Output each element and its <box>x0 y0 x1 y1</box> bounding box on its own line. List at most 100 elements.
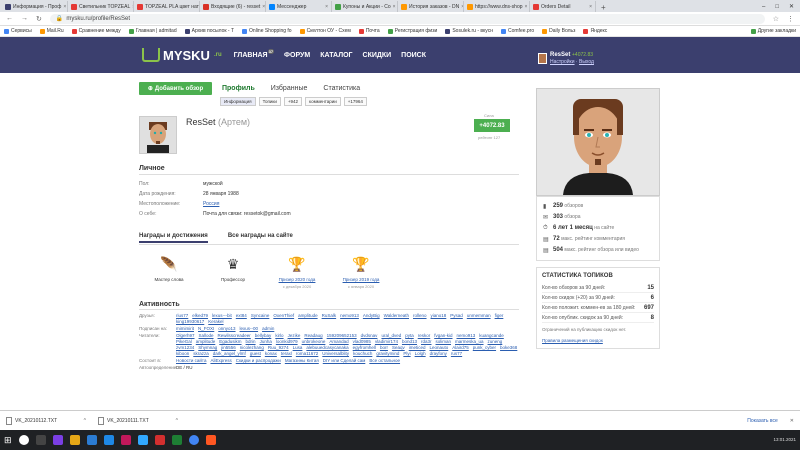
activity-link[interactable]: Syncaine <box>251 313 270 318</box>
browser-tab[interactable]: История заказов - DN × <box>398 1 464 12</box>
activity-link[interactable]: soliman <box>436 339 452 344</box>
activity-link[interactable]: amplitude <box>196 339 216 344</box>
activity-link[interactable]: fvgan-kid <box>434 333 452 338</box>
activity-link[interactable]: nemo913 <box>340 313 359 318</box>
activity-link[interactable]: Магазины Китая <box>285 358 319 363</box>
activity-link[interactable]: punk_cyber <box>473 345 496 350</box>
browser-tab[interactable]: TOPZEAL PLA цвет нат× <box>134 1 200 12</box>
browser-tab[interactable]: https://www.dns-shop × <box>464 1 530 12</box>
download-item[interactable]: VK_20210112.TXT ^ <box>6 416 86 425</box>
award-item[interactable]: 🏆 Призер 2020 года с декабря 2020 <box>267 253 327 290</box>
activity-link[interactable]: unbrokeone <box>302 339 326 344</box>
activity-link[interactable]: admin <box>262 326 274 331</box>
activity-link[interactable]: Walderneath <box>384 313 409 318</box>
activity-link[interactable]: bond13 <box>402 339 417 344</box>
activity-link[interactable]: Shymnag <box>198 345 217 350</box>
chevron-up-icon[interactable]: ^ <box>84 418 86 424</box>
activity-link[interactable]: Plyi <box>403 351 410 356</box>
activity-link[interactable]: OxenThief <box>273 313 294 318</box>
close-icon[interactable]: ✕ <box>789 3 794 10</box>
activity-link[interactable]: mimimirit <box>176 326 194 331</box>
activity-link[interactable]: elked79 <box>192 313 208 318</box>
forward-icon[interactable]: → <box>21 15 28 22</box>
activity-link[interactable]: Egadusikm <box>219 339 241 344</box>
nav-item[interactable]: ФОРУМ <box>284 52 310 59</box>
close-icon[interactable]: × <box>325 4 328 10</box>
app-icon[interactable] <box>120 435 131 445</box>
nav-item[interactable]: СКИДКИ <box>363 52 392 59</box>
activity-link[interactable]: Seaqv <box>392 345 405 350</box>
activity-link[interactable]: king19930617 <box>176 319 204 324</box>
activity-link[interactable]: amplitude <box>298 313 318 318</box>
browser-tab[interactable]: Информация - Проф × <box>2 1 68 12</box>
app-icon[interactable] <box>171 435 182 445</box>
activity-link[interactable]: loonkid979 <box>276 339 298 344</box>
activity-link[interactable]: boke368 <box>500 345 517 350</box>
activity-link[interactable]: dark_angel_ylmf <box>213 351 246 356</box>
activity-link[interactable]: Скидки и распродажи <box>236 358 281 363</box>
app-icon[interactable] <box>154 435 165 445</box>
activity-link[interactable]: kouchuch <box>353 351 372 356</box>
mail-icon[interactable] <box>86 435 97 445</box>
activity-link[interactable]: rolleno <box>413 313 427 318</box>
activity-link[interactable]: Pysad <box>450 313 463 318</box>
back-icon[interactable]: ← <box>6 15 13 22</box>
bookmark-item[interactable]: Daily Вольз <box>542 28 575 34</box>
reload-icon[interactable]: ↻ <box>36 15 42 23</box>
subtab-topics[interactable]: Топики <box>258 97 281 106</box>
subtab-comments[interactable]: комментарии <box>305 97 341 106</box>
activity-link[interactable]: rus77 <box>451 351 462 356</box>
activity-link[interactable]: vladimir174 <box>375 339 398 344</box>
download-item[interactable]: VK_20210111.TXT ^ <box>98 416 178 425</box>
activity-link[interactable]: dvdsnav <box>361 333 378 338</box>
settings-link[interactable]: Настройки <box>550 59 575 65</box>
activity-link[interactable]: egyfromhell <box>353 345 376 350</box>
activity-link[interactable]: kuangcande <box>479 333 504 338</box>
activity-link[interactable]: drayfony <box>430 351 447 356</box>
browser-tab[interactable]: Мессенджер × <box>266 1 332 12</box>
activity-link[interactable]: jin5556 <box>221 345 236 350</box>
bookmark-item[interactable]: Mail.Ru <box>39 28 64 34</box>
activity-link[interactable]: figer <box>495 313 504 318</box>
activity-link[interactable]: lexus--00 <box>240 326 259 331</box>
activity-link[interactable]: borr <box>380 345 388 350</box>
show-all-downloads[interactable]: Показать все <box>747 418 778 424</box>
activity-link[interactable]: PikeGal <box>176 339 192 344</box>
activity-link[interactable]: Olgerh97 <box>176 333 195 338</box>
activity-link[interactable]: Leonauto <box>429 345 448 350</box>
close-icon[interactable]: ✕ <box>790 418 794 424</box>
activity-link[interactable]: ural_dved <box>381 333 401 338</box>
award-item[interactable]: ♛ Профессор <box>203 253 263 289</box>
new-tab-icon[interactable]: + <box>596 3 611 12</box>
activity-link[interactable]: bellybay <box>255 333 272 338</box>
bookmark-item[interactable]: Comfee.pro <box>501 28 534 34</box>
browser-tab[interactable]: Светильник TOPZEAL× <box>68 1 134 12</box>
activity-link[interactable]: guest <box>250 351 261 356</box>
activity-link[interactable]: rius77 <box>176 313 188 318</box>
bookmark-item[interactable]: Online Shopping fo <box>242 28 292 34</box>
subtab-info[interactable]: Информация <box>220 97 256 106</box>
windows-start-icon[interactable]: ⊞ <box>4 435 12 446</box>
logout-link[interactable]: Выход <box>579 59 594 65</box>
browser-tab[interactable]: Входящие (6) - resset × <box>200 1 266 12</box>
activity-link[interactable]: marmeska_ua <box>455 339 484 344</box>
activity-link[interactable]: Rewilsscreadeer <box>218 333 251 338</box>
activity-link[interactable]: AliExpress <box>210 358 231 363</box>
tab-statistics[interactable]: Статистика <box>323 85 360 92</box>
activity-link[interactable]: Все остальное <box>369 358 400 363</box>
bookmark-star-icon[interactable]: ☆ <box>773 15 779 23</box>
activity-link[interactable]: gravitymind <box>376 351 399 356</box>
activity-link[interactable]: Sallode <box>199 333 214 338</box>
activity-link[interactable]: Новости сайта <box>176 358 206 363</box>
menu-icon[interactable]: ⋮ <box>787 15 794 23</box>
activity-link[interactable]: DIY или Сделай сам <box>323 358 366 363</box>
photoshop-icon[interactable] <box>137 435 148 445</box>
activity-link[interactable]: Alaird75 <box>452 345 469 350</box>
tab-awards[interactable]: Награды и достижения <box>139 233 208 243</box>
close-icon[interactable]: × <box>63 4 66 10</box>
activity-link[interactable]: Junha <box>260 339 272 344</box>
activity-link[interactable]: nemo913 <box>457 333 476 338</box>
nav-item[interactable]: ГЛАВНАЯ37 <box>234 48 275 59</box>
award-name[interactable]: Призер 2020 года <box>279 277 316 282</box>
activity-link[interactable]: zvm1234 <box>176 345 194 350</box>
